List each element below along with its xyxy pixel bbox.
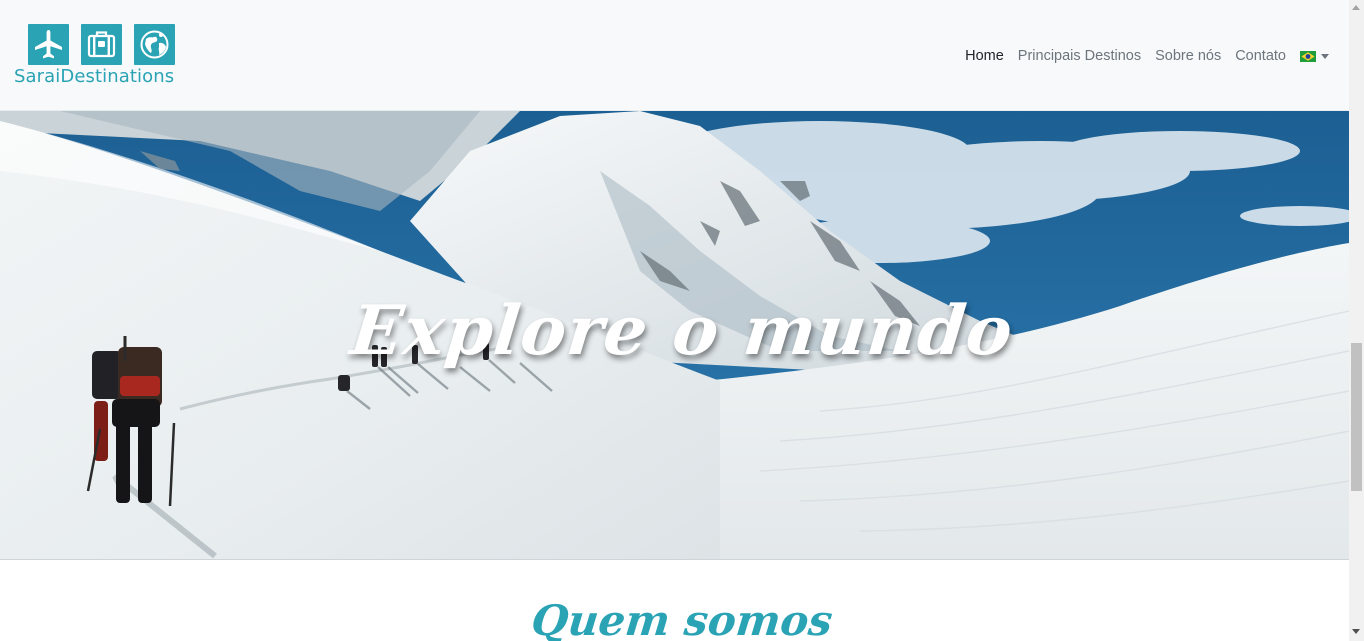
brazil-flag-icon bbox=[1300, 50, 1316, 62]
language-dropdown[interactable] bbox=[1300, 50, 1329, 62]
scroll-up-arrow-icon[interactable] bbox=[1352, 5, 1360, 10]
nav-item-principais-destinos[interactable]: Principais Destinos bbox=[1018, 48, 1141, 64]
globe-icon bbox=[134, 24, 175, 65]
hero-title: Explore o mundo bbox=[346, 291, 1018, 371]
airplane-icon bbox=[28, 24, 69, 65]
scrollbar-thumb[interactable] bbox=[1351, 343, 1362, 491]
nav-item-contato[interactable]: Contato bbox=[1235, 48, 1286, 64]
navbar: SaraiDestinations Home Principais Destin… bbox=[0, 0, 1349, 111]
nav-item-sobre-nos[interactable]: Sobre nós bbox=[1155, 48, 1221, 64]
brand-logo-link[interactable]: SaraiDestinations bbox=[14, 24, 190, 90]
main-nav: Home Principais Destinos Sobre nós Conta… bbox=[951, 45, 1329, 67]
scroll-down-arrow-icon[interactable] bbox=[1352, 629, 1360, 634]
about-section-title: Quem somos bbox=[529, 596, 835, 641]
nav-item-home[interactable]: Home bbox=[965, 48, 1004, 64]
page-scrollbar[interactable] bbox=[1349, 0, 1364, 641]
brand-name: SaraiDestinations bbox=[14, 66, 175, 87]
chevron-down-icon bbox=[1321, 53, 1329, 59]
suitcase-icon bbox=[81, 24, 122, 65]
hero-banner: Explore o mundo bbox=[0, 111, 1349, 560]
